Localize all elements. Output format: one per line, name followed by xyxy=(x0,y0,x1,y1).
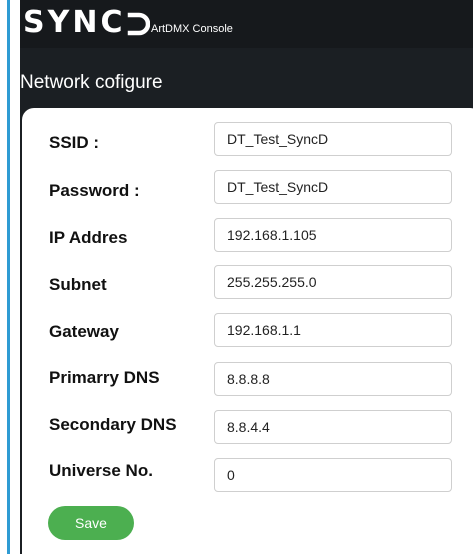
syncd-logo: SYNC xyxy=(23,4,151,42)
universe-no-input[interactable] xyxy=(214,458,452,492)
app-window: SYNC ArtDMX Console Network cofigure SSI… xyxy=(20,0,473,554)
secondary-dns-input[interactable] xyxy=(214,410,452,444)
logo-d-mark-icon xyxy=(128,12,151,36)
page-title: Network cofigure xyxy=(20,72,163,93)
header-bar: SYNC ArtDMX Console xyxy=(20,0,473,48)
gateway-label: Gateway xyxy=(49,322,119,341)
secondary-dns-label: Secondary DNS xyxy=(49,415,177,434)
page: SYNC ArtDMX Console Network cofigure SSI… xyxy=(0,0,473,554)
primary-dns-input[interactable] xyxy=(214,362,452,396)
subnet-label: Subnet xyxy=(49,275,107,294)
network-form-card: SSID : Password : IP Addres Subnet Gatew… xyxy=(22,108,473,554)
left-accent-rule xyxy=(7,0,10,554)
ssid-input[interactable] xyxy=(214,122,452,156)
ip-address-label: IP Addres xyxy=(49,228,128,247)
save-button[interactable]: Save xyxy=(48,506,134,540)
password-input[interactable] xyxy=(214,170,452,204)
gateway-input[interactable] xyxy=(214,313,452,347)
universe-no-label: Universe No. xyxy=(49,461,153,480)
ip-address-input[interactable] xyxy=(214,218,452,252)
subnet-input[interactable] xyxy=(214,265,452,299)
primary-dns-label: Primarry DNS xyxy=(49,368,160,387)
ssid-label: SSID : xyxy=(49,133,100,152)
logo-letters: SYNC xyxy=(23,5,126,40)
password-label: Password : xyxy=(49,181,140,200)
app-subtitle: ArtDMX Console xyxy=(151,23,233,35)
